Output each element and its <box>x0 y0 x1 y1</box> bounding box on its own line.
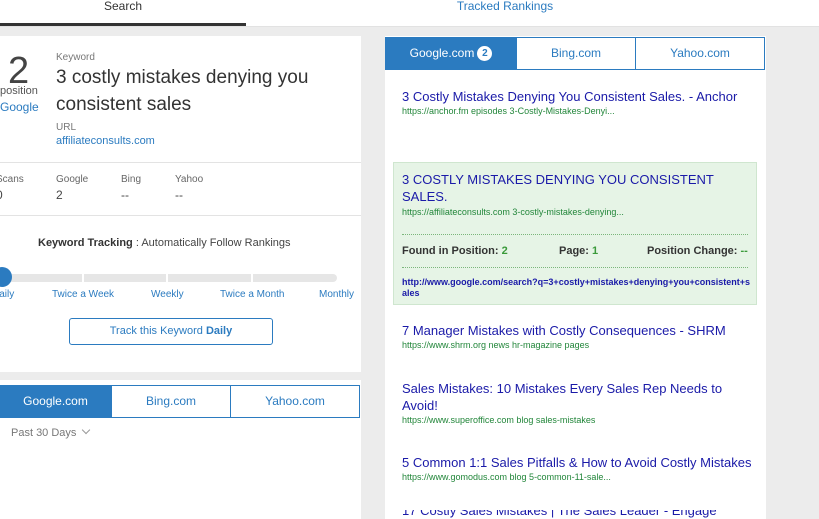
url-link[interactable]: affiliateconsults.com <box>56 135 155 147</box>
track-button-prefix: Track this Keyword <box>109 325 206 337</box>
stat-yahoo-label: Yahoo <box>175 174 204 185</box>
slider-tick <box>82 274 84 282</box>
divider <box>0 215 361 216</box>
frequency-monthly[interactable]: Monthly <box>319 289 354 300</box>
slider-tick <box>166 274 168 282</box>
dotted-divider <box>402 234 748 235</box>
dotted-divider <box>402 267 748 268</box>
result-title-link[interactable]: Sales Mistakes: 10 Mistakes Every Sales … <box>402 380 752 414</box>
found-position-value: 2 <box>501 245 508 257</box>
result-url: https://www.gomodus.com blog 5-common-11… <box>402 472 611 482</box>
engine-link[interactable]: Google <box>0 100 39 114</box>
tracking-label: Keyword Tracking <box>38 237 133 249</box>
result-item: 17 Costly Sales Mistakes | The Sales Lea… <box>402 510 752 519</box>
keyword-text: 3 costly mistakes denying you consistent… <box>56 67 309 115</box>
stat-scans-label: Scans <box>0 174 24 185</box>
keyword-summary-panel: 2 position Google Keyword 3 costly mista… <box>0 36 361 372</box>
position-label: position <box>0 85 38 97</box>
stat-yahoo-value: -- <box>175 188 183 202</box>
position-change: Position Change: -- <box>647 245 748 257</box>
results-tab-yahoo[interactable]: Yahoo.com <box>635 37 765 70</box>
results-tab-google[interactable]: Google.com 2 <box>385 37 517 70</box>
frequency-daily[interactable]: Daily <box>0 289 14 300</box>
tab-search[interactable]: Search <box>0 0 246 26</box>
page-number: Page: 1 <box>559 245 598 257</box>
track-button-frequency: Daily <box>205 325 233 337</box>
stat-bing-label: Bing <box>121 174 142 185</box>
stat-bing-value: -- <box>121 188 129 202</box>
history-tab-yahoo[interactable]: Yahoo.com <box>230 385 360 418</box>
found-position: Found in Position: 2 <box>402 245 508 257</box>
stat-scans-value: 0 <box>0 188 3 202</box>
history-tab-bing[interactable]: Bing.com <box>111 385 231 418</box>
page-value: 1 <box>592 245 599 257</box>
result-item: 3 Costly Mistakes Denying You Consistent… <box>402 88 752 116</box>
period-dropdown[interactable]: Past 30 Days <box>11 425 91 439</box>
search-results-panel: Google.com 2 Bing.com Yahoo.com 3 Costly … <box>385 36 766 519</box>
stat-google-label: Google <box>56 174 89 185</box>
divider <box>0 162 361 163</box>
result-item: 5 Common 1:1 Sales Pitfalls & How to Avo… <box>402 454 752 482</box>
results-tab-bing[interactable]: Bing.com <box>516 37 636 70</box>
highlighted-result-title-link[interactable]: 3 COSTLY MISTAKES DENYING YOU CONSISTENT… <box>402 171 742 205</box>
highlighted-result: 3 COSTLY MISTAKES DENYING YOU CONSISTENT… <box>393 162 757 305</box>
result-title-link[interactable]: 17 Costly Sales Mistakes | The Sales Lea… <box>402 510 752 519</box>
result-title-link[interactable]: 5 Common 1:1 Sales Pitfalls & How to Avo… <box>402 454 752 471</box>
slider-tick <box>251 274 253 282</box>
result-url: https://anchor.fm episodes 3-Costly-Mist… <box>402 106 615 116</box>
found-position-label: Found in Position: <box>402 245 499 257</box>
result-url: https://www.shrm.org news hr-magazine pa… <box>402 340 590 350</box>
highlighted-result-url: https://affiliateconsults.com 3-costly-m… <box>402 207 624 217</box>
result-title-link[interactable]: 3 Costly Mistakes Denying You Consistent… <box>402 88 752 105</box>
results-tab-google-label: Google.com <box>409 46 475 60</box>
google-search-link[interactable]: http://www.google.com/search?q=3+costly+… <box>402 277 752 299</box>
url-label: URL <box>56 122 77 133</box>
frequency-twice-a-month[interactable]: Twice a Month <box>220 289 284 300</box>
tab-tracked-rankings[interactable]: Tracked Rankings <box>380 0 630 26</box>
frequency-weekly[interactable]: Weekly <box>151 289 184 300</box>
period-value: Past 30 Days <box>11 427 77 439</box>
results-engine-tabs: Google.com 2 Bing.com Yahoo.com <box>385 37 765 70</box>
tracking-value: Automatically Follow Rankings <box>141 237 291 249</box>
keyword-label: Keyword <box>56 52 95 63</box>
frequency-slider[interactable] <box>0 274 337 282</box>
frequency-twice-a-week[interactable]: Twice a Week <box>52 289 114 300</box>
history-engine-tabs: Google.com Bing.com Yahoo.com <box>0 385 360 418</box>
result-title-link[interactable]: 7 Manager Mistakes with Costly Consequen… <box>402 322 752 339</box>
position-change-label: Position Change: <box>647 245 738 257</box>
history-tab-google[interactable]: Google.com <box>0 385 112 418</box>
result-item: Sales Mistakes: 10 Mistakes Every Sales … <box>402 380 752 425</box>
position-change-value: -- <box>740 245 748 257</box>
result-count-badge: 2 <box>477 46 493 61</box>
top-nav: Search Tracked Rankings <box>0 0 819 27</box>
chevron-down-icon <box>82 425 91 435</box>
history-panel: Google.com Bing.com Yahoo.com Past 30 Da… <box>0 380 361 519</box>
stat-google-value: 2 <box>56 188 63 202</box>
track-keyword-button[interactable]: Track this Keyword Daily <box>69 318 273 345</box>
result-url: https://www.superoffice.com blog sales-m… <box>402 415 596 425</box>
keyword-tracking-line: Keyword Tracking : Automatically Follow … <box>38 237 291 249</box>
page-label: Page: <box>559 245 589 257</box>
result-item: 7 Manager Mistakes with Costly Consequen… <box>402 322 752 350</box>
slider-handle[interactable] <box>0 267 12 287</box>
